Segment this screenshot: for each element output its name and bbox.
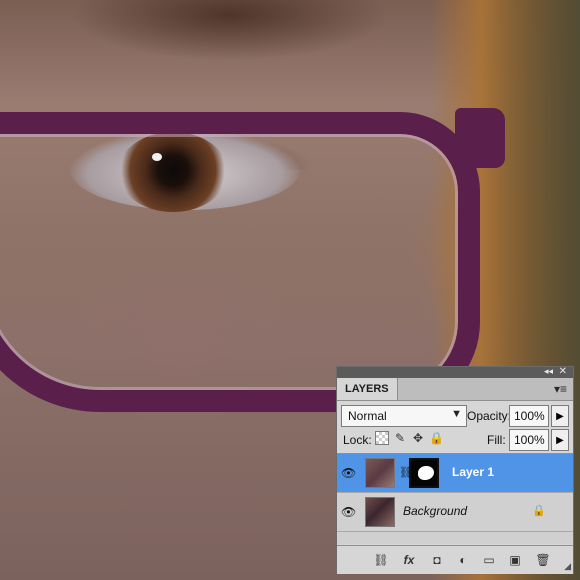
delete-icon[interactable]: 🗑	[535, 552, 551, 568]
layer-thumbnail[interactable]	[365, 458, 395, 488]
new-layer-icon[interactable]: ▣	[507, 552, 523, 568]
panel-title-bar: ◂◂ ✕	[337, 366, 573, 378]
layers-panel: ◂◂ ✕ LAYERS ▾≡ Normal ▼ Opacity: 100% ▶ …	[336, 366, 574, 574]
lock-transparency-icon[interactable]	[375, 431, 389, 445]
opacity-arrow-icon[interactable]: ▶	[551, 405, 569, 427]
add-mask-icon[interactable]: ◘	[429, 552, 445, 568]
close-icon[interactable]: ✕	[559, 366, 567, 377]
panel-tab-row: LAYERS ▾≡	[337, 378, 573, 401]
lock-position-icon[interactable]: ✥	[411, 431, 425, 445]
panel-menu-icon[interactable]: ▾≡	[554, 382, 567, 396]
fill-arrow-icon[interactable]: ▶	[551, 429, 569, 451]
lock-all-icon[interactable]: 🔒	[429, 431, 444, 445]
fx-icon[interactable]: fx	[401, 552, 417, 568]
group-icon[interactable]: ▭	[481, 552, 497, 568]
resize-grip-icon[interactable]: ◢	[564, 561, 571, 572]
layer-name[interactable]: Background	[403, 504, 467, 518]
visibility-eye-icon[interactable]: 👁	[341, 505, 356, 519]
eyebrow	[20, 0, 440, 70]
layer-lock-icon: 🔒	[532, 505, 546, 517]
lock-label: Lock:	[343, 433, 372, 447]
layer-mask-thumbnail[interactable]	[409, 458, 439, 488]
layer-row-background[interactable]: 👁 Background 🔒	[337, 493, 573, 532]
layer-thumbnail[interactable]	[365, 497, 395, 527]
layer-list: 👁 ⛓ Layer 1 👁 Background 🔒	[337, 453, 573, 544]
fill-input[interactable]: 100%	[509, 429, 549, 451]
glasses-temple	[455, 108, 505, 168]
layer-row-layer-1[interactable]: 👁 ⛓ Layer 1	[337, 454, 573, 493]
visibility-eye-icon[interactable]: 👁	[341, 466, 356, 480]
opacity-input[interactable]: 100%	[509, 405, 549, 427]
blend-mode-select[interactable]: Normal ▼	[341, 405, 467, 427]
fill-label: Fill:	[487, 433, 506, 447]
chevron-down-icon: ▼	[451, 408, 462, 420]
tab-layers[interactable]: LAYERS	[337, 378, 398, 400]
layer-name[interactable]: Layer 1	[452, 465, 494, 479]
double-left-arrow-icon[interactable]: ◂◂	[544, 366, 553, 377]
lock-pixels-icon[interactable]: ✎	[393, 431, 407, 445]
adjustment-layer-icon[interactable]: ◐	[455, 552, 471, 568]
mask-shape	[418, 466, 434, 480]
link-layers-icon[interactable]: ⛓	[373, 552, 389, 568]
blend-mode-value: Normal	[348, 409, 387, 423]
opacity-label: Opacity:	[467, 409, 512, 423]
panel-footer: ⛓ fx ◘ ◐ ▭ ▣ 🗑 ◢	[337, 545, 573, 574]
